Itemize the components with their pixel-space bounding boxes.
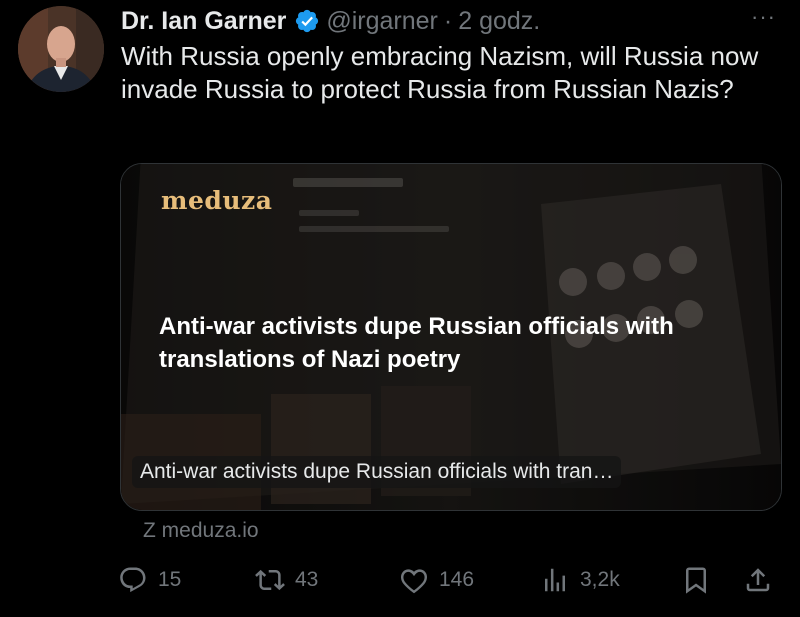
timestamp[interactable]: 2 godz. bbox=[458, 7, 540, 36]
retweet-icon bbox=[255, 569, 285, 591]
like-count: 146 bbox=[439, 568, 475, 591]
author-handle[interactable]: @irgarner bbox=[326, 7, 438, 36]
card-logo: meduza bbox=[161, 186, 273, 215]
reply-count: 15 bbox=[158, 568, 182, 591]
bookmark-button[interactable] bbox=[681, 558, 711, 602]
retweet-count: 43 bbox=[295, 568, 319, 591]
like-button[interactable]: 146 bbox=[399, 558, 474, 602]
link-card[interactable]: meduza Anti-war activists dupe Russian o… bbox=[120, 163, 782, 511]
card-caption[interactable]: Anti-war activists dupe Russian official… bbox=[132, 456, 622, 488]
tweet-text: With Russia openly embracing Nazism, wil… bbox=[121, 41, 759, 104]
card-headline: Anti-war activists dupe Russian official… bbox=[159, 313, 674, 373]
card-source[interactable]: Z meduza.io bbox=[143, 519, 259, 543]
tweet-header: Dr. Ian Garner @irgarner · 2 godz. ··· bbox=[121, 4, 780, 38]
share-button[interactable] bbox=[743, 558, 773, 602]
separator-dot: · bbox=[443, 6, 453, 35]
reply-icon bbox=[120, 567, 146, 593]
avatar[interactable] bbox=[18, 6, 104, 92]
retweet-button[interactable]: 43 bbox=[255, 558, 318, 602]
analytics-icon bbox=[545, 568, 565, 592]
views-button[interactable]: 3,2k bbox=[540, 558, 620, 602]
reply-button[interactable]: 15 bbox=[118, 558, 181, 602]
views-count: 3,2k bbox=[580, 568, 620, 591]
share-icon bbox=[746, 568, 770, 592]
action-bar: 15 43 146 3,2k bbox=[118, 558, 783, 602]
heart-icon bbox=[400, 569, 428, 594]
more-options-icon[interactable]: ··· bbox=[751, 4, 776, 30]
author-name[interactable]: Dr. Ian Garner bbox=[121, 7, 286, 36]
verified-badge-icon bbox=[296, 9, 319, 33]
bookmark-icon bbox=[686, 567, 706, 594]
